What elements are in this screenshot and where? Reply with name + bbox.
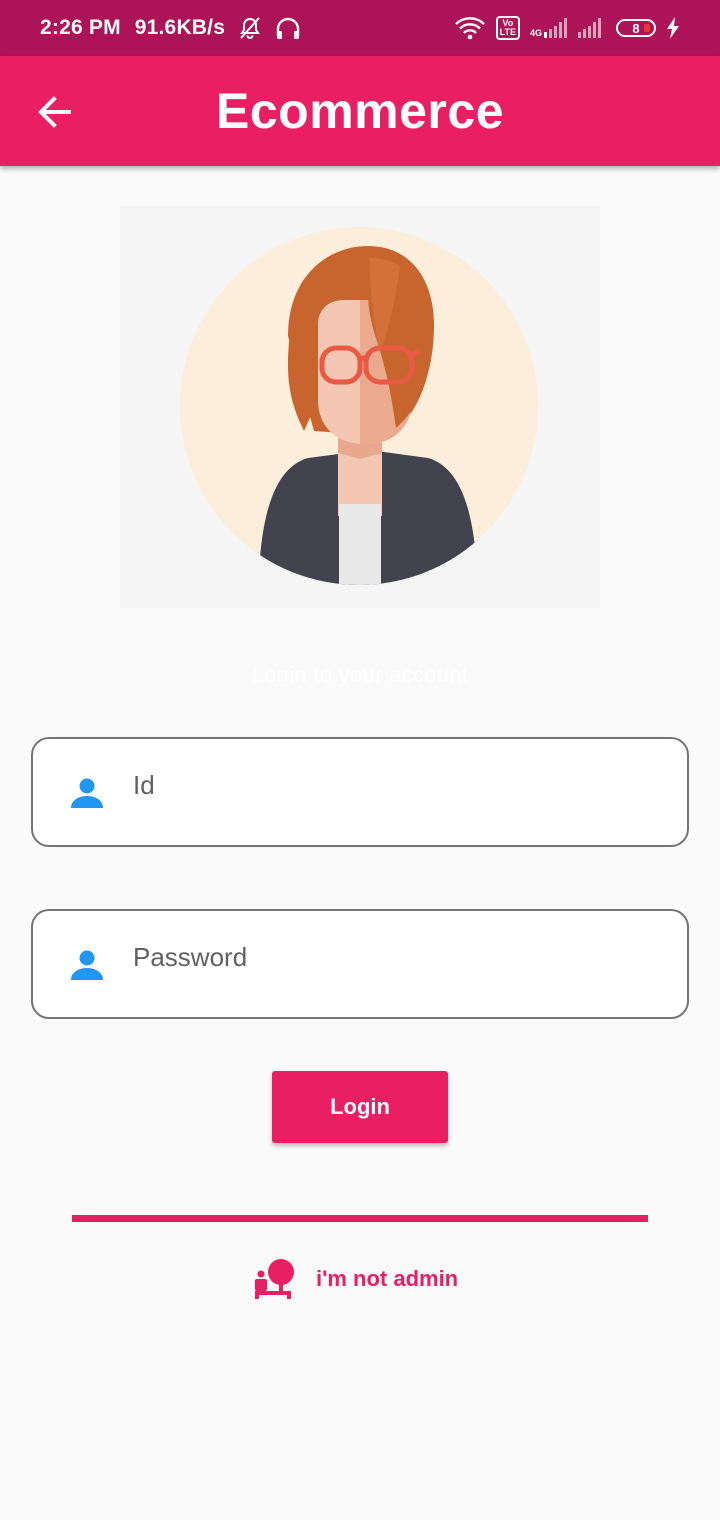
page-title: Ecommerce — [216, 83, 504, 139]
battery-level: 8 — [632, 20, 640, 36]
headphones-icon — [276, 17, 300, 39]
status-time: 2:26 PM — [40, 16, 121, 39]
bell-off-icon — [240, 17, 260, 39]
signal-bars-icon — [544, 18, 567, 38]
login-subtitle: Login to your account — [251, 662, 469, 687]
id-input[interactable] — [133, 765, 653, 805]
not-admin-link[interactable]: i'm not admin — [252, 1256, 458, 1302]
status-speed: 91.6KB/s — [134, 16, 226, 39]
woman-avatar-icon — [180, 227, 538, 585]
not-admin-label: i'm not admin — [316, 1266, 459, 1291]
volte-line2: LTE — [499, 27, 516, 37]
signal-4g: 4G — [530, 18, 568, 38]
status-bar: 2:26 PM 91.6KB/s Vo LTE 4G 8 — [0, 0, 720, 56]
person-icon — [71, 950, 103, 980]
arrow-left-icon — [38, 96, 71, 128]
app-bar: Ecommerce — [0, 56, 720, 166]
id-field[interactable] — [31, 737, 689, 847]
status-right: Vo LTE 4G 8 — [454, 16, 680, 40]
status-left: 2:26 PM 91.6KB/s — [40, 16, 301, 40]
network-type: 4G — [529, 28, 542, 38]
battery-indicator: 8 — [616, 19, 656, 37]
login-button[interactable]: Login — [272, 1071, 448, 1143]
volte-badge: Vo LTE — [495, 16, 520, 40]
person-icon — [71, 778, 103, 808]
wifi-icon — [454, 17, 485, 40]
charging-icon — [667, 17, 679, 39]
user-desk-icon — [255, 1259, 294, 1299]
back-button[interactable] — [30, 88, 78, 136]
avatar-illustration — [120, 206, 600, 608]
password-field[interactable] — [31, 909, 689, 1019]
divider — [72, 1215, 648, 1222]
signal-bars-icon-2 — [578, 18, 601, 38]
password-input[interactable] — [133, 937, 653, 977]
